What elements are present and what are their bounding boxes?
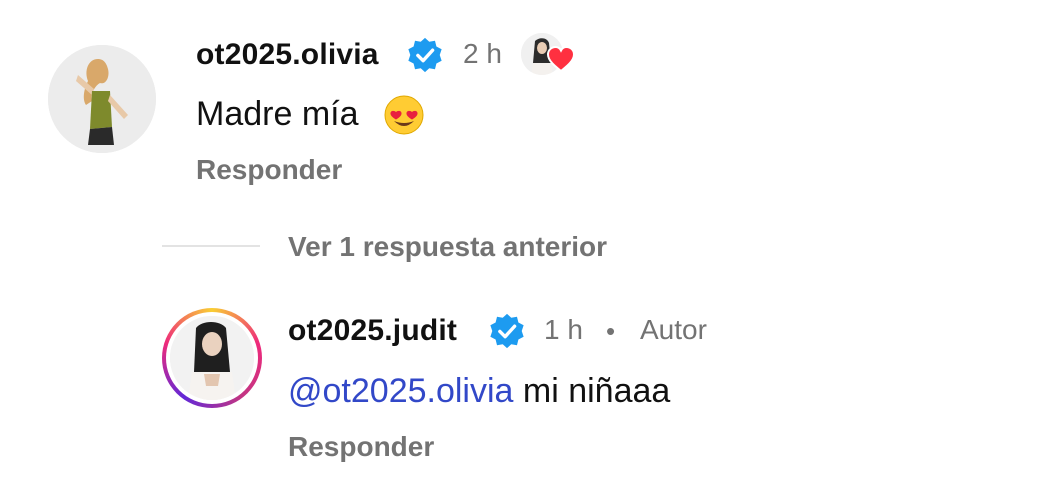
reply-button[interactable]: Responder: [288, 431, 434, 463]
verified-badge-icon: [490, 313, 524, 349]
comment-username[interactable]: ot2025.olivia: [196, 38, 379, 72]
avatar-judit-image: [170, 316, 254, 400]
verified-badge-icon: [408, 37, 442, 73]
reply-timestamp: 1 h: [544, 314, 583, 345]
thread-divider-line: [162, 245, 260, 247]
view-previous-replies-button[interactable]: Ver 1 respuesta anterior: [288, 231, 607, 263]
heart-icon: [547, 46, 575, 72]
reply-message: mi niñaaa: [513, 372, 671, 410]
mention-link[interactable]: @ot2025.olivia: [288, 372, 513, 410]
avatar-ot2025-judit[interactable]: [162, 308, 262, 408]
reply-username[interactable]: ot2025.judit: [288, 314, 457, 348]
comment-timestamp: 2 h: [463, 38, 502, 69]
reply-button[interactable]: Responder: [196, 154, 342, 186]
avatar-olivia-image: [48, 45, 156, 153]
avatar-ot2025-olivia[interactable]: [48, 45, 156, 153]
comment-text: Madre mía: [196, 95, 359, 133]
heart-eyes-emoji-icon: [384, 95, 424, 135]
reply-text: @ot2025.olivia mi niñaaa: [288, 372, 670, 411]
author-label: Autor: [640, 314, 707, 345]
separator-dot: •: [606, 316, 616, 346]
